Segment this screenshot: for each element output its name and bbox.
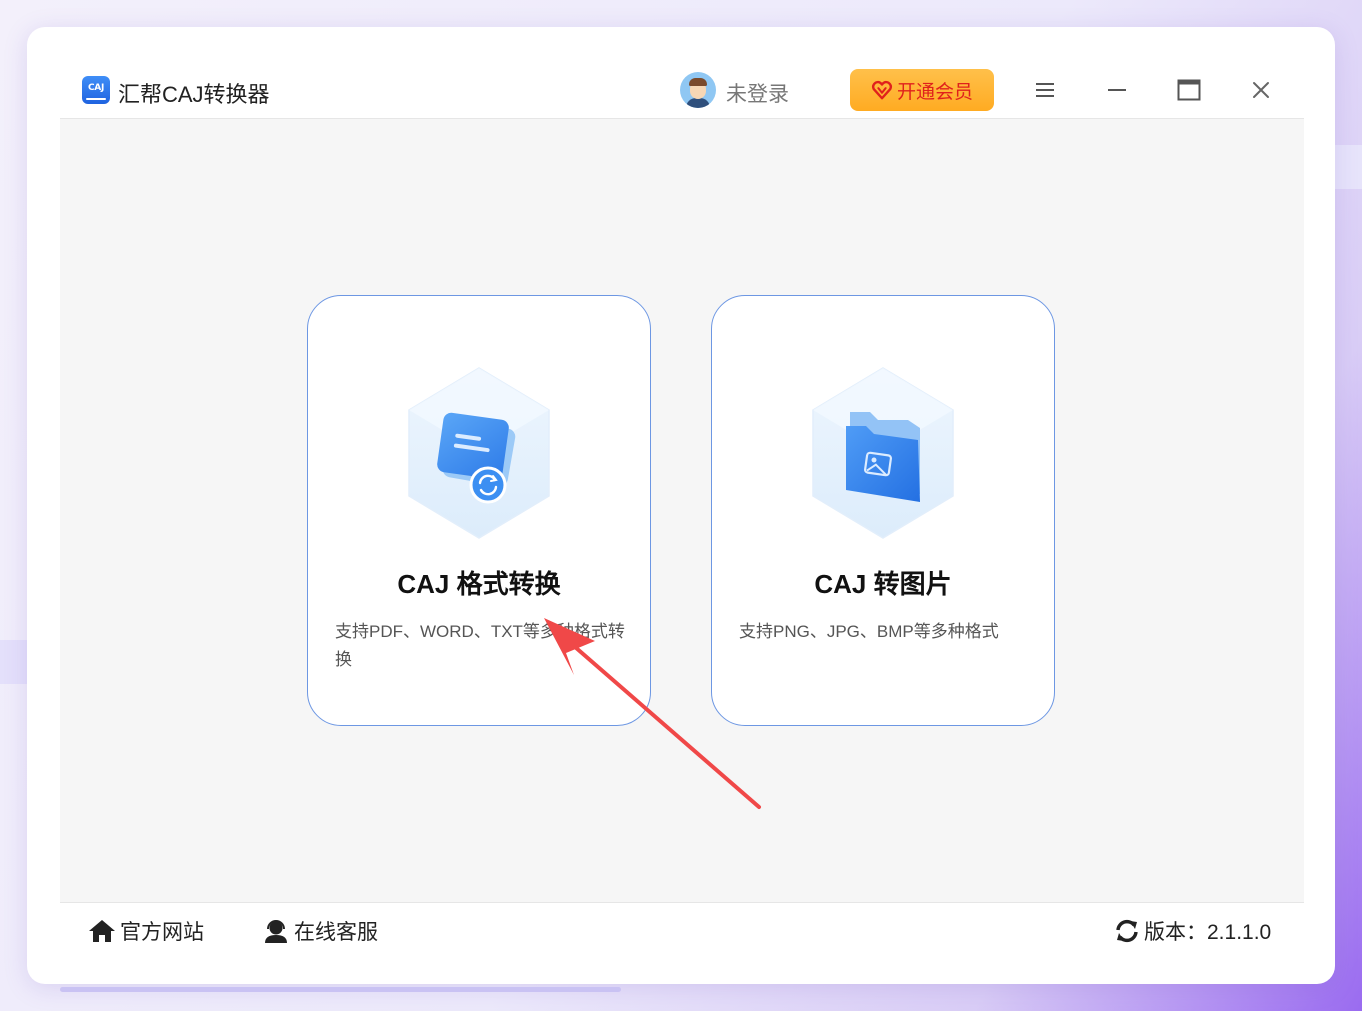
document-convert-icon (408, 367, 550, 539)
card-title: CAJ 转图片 (814, 569, 952, 599)
user-avatar[interactable] (680, 72, 716, 108)
close-button[interactable] (1245, 74, 1277, 106)
background-strip (0, 640, 30, 684)
online-support-link[interactable]: 在线客服 (262, 917, 378, 945)
version-label: 版本：2.1.1.0 (1144, 921, 1272, 944)
avatar-hair (689, 78, 707, 86)
menu-icon (1036, 83, 1054, 97)
heart-diamond-icon (871, 80, 893, 100)
minimize-button[interactable] (1101, 74, 1133, 106)
official-website-label: 官方网站 (120, 921, 204, 944)
maximize-button[interactable] (1173, 74, 1205, 106)
vip-label: 开通会员 (896, 81, 973, 103)
menu-button[interactable] (1029, 74, 1061, 106)
login-status[interactable]: 未登录 (726, 78, 789, 108)
horizontal-scrollbar[interactable] (60, 987, 621, 992)
card-title: CAJ 格式转换 (397, 569, 561, 599)
logo-text: CAJ (87, 83, 105, 93)
main-area: CAJ 格式转换 支持PDF、WORD、TXT等多种格式转换 CAJ 转图片 支… (60, 119, 1304, 902)
card-description: 支持PDF、WORD、TXT等多种格式转换 (335, 622, 625, 669)
title-bar: CAJ 汇帮CAJ转换器 未登录 开通会员 (60, 60, 1304, 119)
online-support-label: 在线客服 (294, 921, 378, 944)
maximize-icon (1177, 79, 1201, 101)
app-window: CAJ 汇帮CAJ转换器 未登录 开通会员 CAJ 格式转换 支持PDF、WOR… (60, 60, 1304, 959)
headset-user-icon (265, 920, 287, 943)
image-folder-icon (812, 367, 954, 539)
logo-arrow (86, 98, 106, 100)
vip-button[interactable]: 开通会员 (850, 69, 994, 111)
card-caj-format-convert[interactable]: CAJ 格式转换 支持PDF、WORD、TXT等多种格式转换 (307, 295, 651, 726)
background-strip (1332, 145, 1362, 189)
home-icon (89, 920, 115, 942)
close-icon (1253, 82, 1269, 98)
card-description: 支持PNG、JPG、BMP等多种格式 (739, 622, 999, 641)
refresh-icon (1116, 919, 1138, 943)
minimize-icon (1108, 89, 1126, 91)
app-title: 汇帮CAJ转换器 (118, 82, 270, 107)
card-caj-to-image[interactable]: CAJ 转图片 支持PNG、JPG、BMP等多种格式 (711, 295, 1055, 726)
caj-logo-icon: CAJ (82, 76, 110, 104)
avatar-body (686, 98, 710, 108)
footer-bar: 官方网站 在线客服 版本：2.1.1.0 (60, 902, 1304, 959)
official-website-link[interactable]: 官方网站 (88, 917, 204, 945)
version-info[interactable]: 版本：2.1.1.0 (1114, 917, 1271, 945)
